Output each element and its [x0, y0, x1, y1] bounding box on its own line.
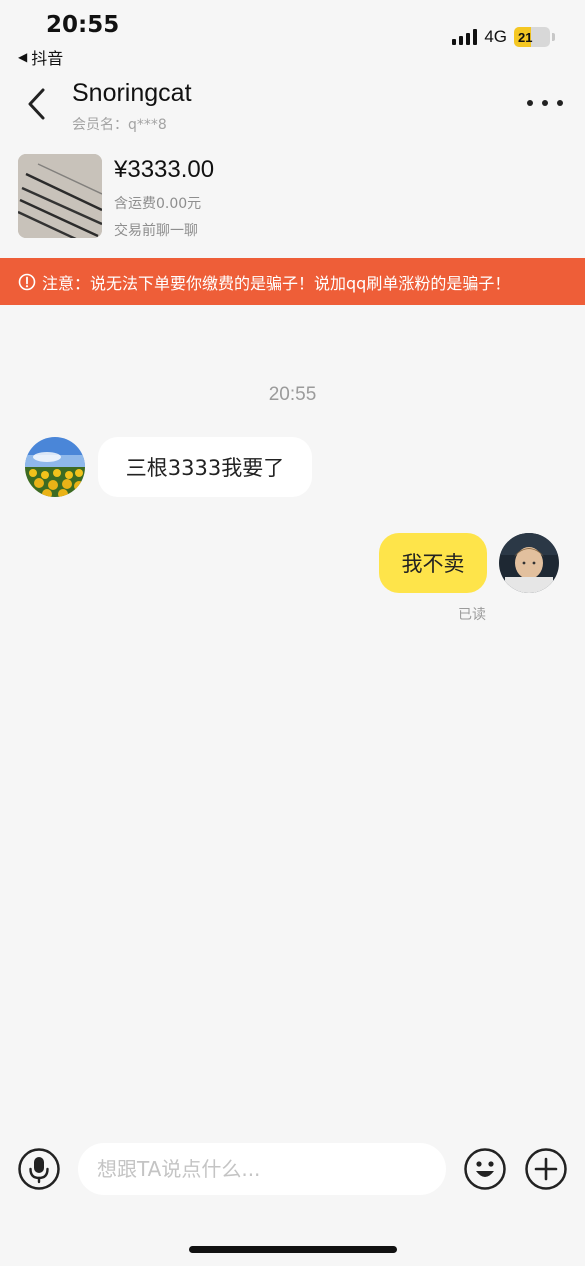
product-thumbnail[interactable]: [18, 154, 102, 238]
status-time: 20:55: [46, 12, 120, 38]
warning-text: 注意：说无法下单要你缴费的是骗子！说加qq刷单涨粉的是骗子！: [42, 273, 511, 293]
message-bubble-sent[interactable]: 我不卖: [379, 533, 487, 593]
more-dots-icon[interactable]: [527, 92, 563, 114]
signal-icon: [452, 29, 478, 45]
status-indicators: 4G 21: [452, 27, 555, 47]
plus-icon[interactable]: [525, 1148, 567, 1190]
product-note: 交易前聊一聊: [114, 223, 198, 239]
emoji-icon[interactable]: [464, 1148, 506, 1190]
battery-icon: 21: [514, 27, 550, 47]
back-app-label: 抖音: [31, 49, 64, 68]
battery-level: 21: [518, 29, 533, 45]
chevron-left-icon[interactable]: [24, 86, 54, 122]
back-triangle-icon: ◀: [18, 50, 28, 64]
contact-avatar[interactable]: [25, 437, 85, 497]
contact-name: Snoringcat: [72, 79, 192, 107]
battery-tip: [552, 33, 555, 41]
home-indicator[interactable]: [189, 1246, 397, 1253]
back-to-app-link[interactable]: ◀ 抖音: [18, 45, 63, 69]
microphone-icon[interactable]: [18, 1148, 60, 1190]
member-name: 会员名：q***8: [72, 117, 167, 133]
read-status: 已读: [458, 607, 486, 623]
chat-timestamp: 20:55: [268, 384, 317, 405]
message-bubble-received[interactable]: 三根3333我要了: [98, 437, 312, 497]
product-shipping: 含运费0.00元: [114, 196, 202, 212]
my-avatar[interactable]: [499, 533, 559, 593]
message-input[interactable]: [78, 1143, 446, 1195]
network-type: 4G: [484, 27, 507, 46]
product-price: ¥3333.00: [114, 156, 215, 183]
scam-warning-banner: 注意：说无法下单要你缴费的是骗子！说加qq刷单涨粉的是骗子！: [0, 258, 585, 305]
exclamation-circle-icon: [18, 273, 36, 290]
